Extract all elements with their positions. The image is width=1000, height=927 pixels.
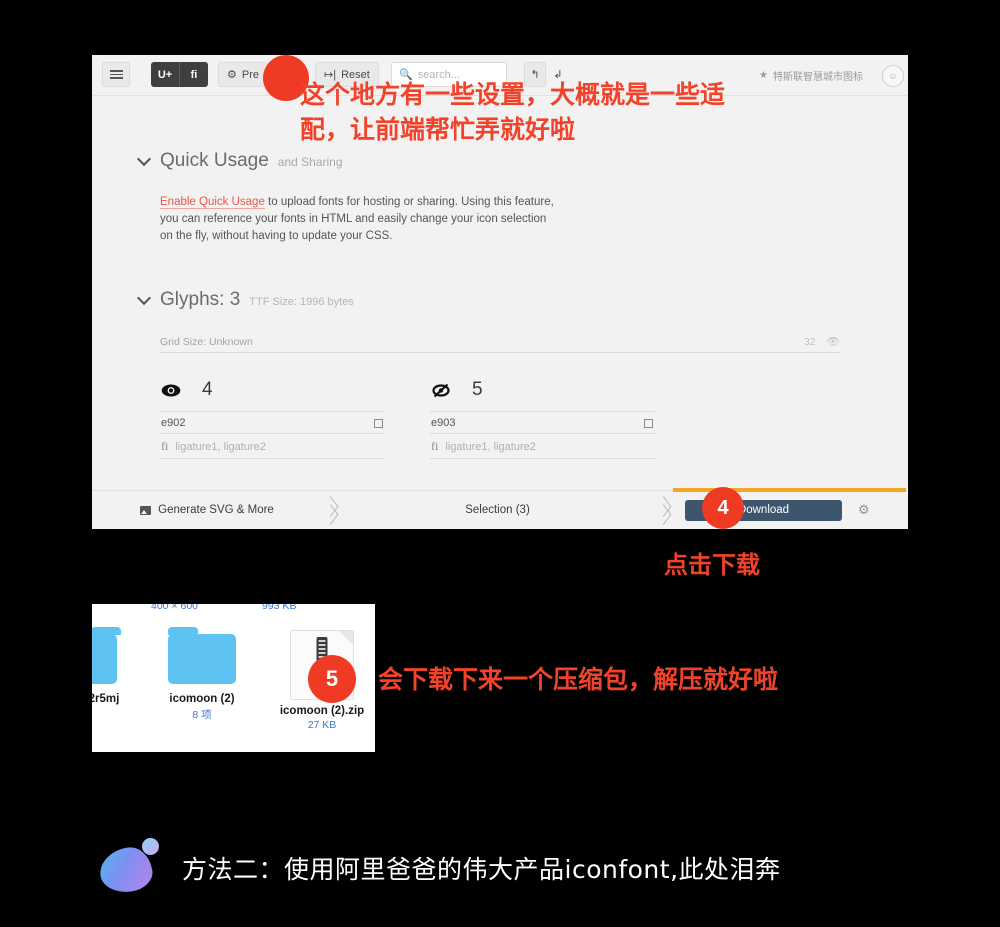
- ttf-size-label: TTF Size: 1996 bytes: [249, 296, 354, 308]
- generate-svg-label: Generate SVG & More: [158, 504, 274, 516]
- annotation-click-download: 点击下载: [664, 551, 760, 579]
- glyphs-section-header[interactable]: Glyphs: 3 TTF Size: 1996 bytes: [92, 289, 908, 311]
- glyph-ligature-value: ligature1, ligature2: [445, 440, 536, 453]
- annotation-settings-note: 这个地方有一些设置，大概就是一些适 配，让前端帮忙弄就好啦: [300, 77, 900, 147]
- annotation-zip-note: 会下载下来一个压缩包，解压就好啦: [378, 665, 779, 694]
- quick-usage-title: Quick Usage: [160, 150, 269, 171]
- breadcrumb-separator-icon: [655, 491, 673, 529]
- quick-usage-subtitle: and Sharing: [277, 155, 343, 169]
- folder-icon: [92, 627, 121, 684]
- footer-text: 方法二：使用阿里爸爸的伟大产品iconfont,此处泪奔: [182, 855, 781, 884]
- quick-usage-section-header[interactable]: Quick Usage and Sharing: [92, 150, 908, 172]
- file-meta: 27 KB: [307, 719, 337, 731]
- eye-icon: [160, 384, 182, 397]
- copy-square-icon[interactable]: [644, 418, 653, 428]
- file-name: icomoon (2): [169, 693, 235, 705]
- quick-usage-description: Enable Quick Usage to upload fonts for h…: [92, 194, 908, 245]
- glyph-ligature-value: ligature1, ligature2: [175, 440, 266, 453]
- glyph-code-value: e902: [161, 417, 186, 429]
- glyphs-title: Glyphs: 3: [160, 289, 241, 310]
- breadcrumb-separator-icon: [322, 491, 340, 529]
- glyph-code-row[interactable]: e903: [430, 412, 655, 434]
- step-marker-5-label: 5: [325, 666, 339, 691]
- ligature-fi-icon: fi: [431, 439, 439, 453]
- folder-icon: [168, 627, 236, 684]
- annotation-settings-line1: 这个地方有一些设置，大概就是一些适: [300, 80, 726, 109]
- file-name: 2r5mj: [92, 693, 120, 705]
- ligature-toggle-button[interactable]: fi: [180, 62, 208, 87]
- glyph-ligature-row[interactable]: fi ligature1, ligature2: [430, 434, 655, 459]
- chevron-down-icon[interactable]: [138, 153, 151, 166]
- quick-usage-desc-line1: to upload fonts for hosting or sharing. …: [264, 196, 554, 208]
- download-highlight-bar: [673, 488, 906, 492]
- image-icon: [140, 505, 152, 515]
- download-label: Download: [737, 504, 790, 516]
- selection-label: Selection (3): [465, 504, 530, 516]
- step-marker-5: 5: [308, 655, 356, 703]
- grid-size-unknown-value: 32: [803, 335, 816, 348]
- copy-square-icon[interactable]: [374, 418, 383, 428]
- gear-icon[interactable]: ⚙: [858, 502, 870, 518]
- chevron-down-icon[interactable]: [138, 292, 151, 305]
- gradient-blob-logo-icon: [97, 834, 166, 902]
- hamburger-menu-icon: [109, 70, 123, 79]
- step-marker-4-label: 4: [717, 496, 729, 519]
- preferences-label: Pre: [241, 68, 259, 81]
- hamburger-menu-button[interactable]: [102, 62, 130, 87]
- glyph-preview: 5: [430, 373, 655, 412]
- ligature-fi-icon: fi: [161, 439, 169, 453]
- glyph-card[interactable]: 5 e903 fi ligature1, ligature2: [430, 373, 655, 459]
- glyph-code-value: e903: [431, 417, 456, 429]
- blob-small-circle: [142, 838, 159, 855]
- glyph-code-row[interactable]: e902: [160, 412, 385, 434]
- eye-slash-icon: [430, 383, 452, 398]
- glyph-number: 5: [472, 379, 483, 400]
- view-mode-segmented-control[interactable]: U+ fi: [151, 62, 208, 87]
- glyph-list: 4 e902 fi ligature1, ligature2 5 e903 fi…: [92, 373, 908, 459]
- file-size-label: 993 KB: [262, 604, 297, 612]
- grid-size-unknown-bar: Grid Size: Unknown 32 👁: [160, 335, 840, 353]
- app-content: Quick Usage and Sharing Enable Quick Usa…: [92, 150, 908, 529]
- generate-svg-button[interactable]: Generate SVG & More: [92, 491, 322, 529]
- file-item[interactable]: 2r5mj: [92, 627, 134, 707]
- grid-size-unknown-label: Grid Size: Unknown: [160, 335, 253, 348]
- glyph-ligature-row[interactable]: fi ligature1, ligature2: [160, 434, 385, 459]
- footer-banner: 方法二：使用阿里爸爸的伟大产品iconfont,此处泪奔: [97, 828, 898, 908]
- file-meta: 8 项: [192, 709, 212, 721]
- file-name: icomoon (2).zip: [279, 705, 365, 717]
- file-item[interactable]: icomoon (2) 8 项: [146, 627, 258, 722]
- quick-usage-desc-line3: on the fly, without having to update you…: [160, 230, 393, 242]
- glyph-card[interactable]: 4 e902 fi ligature1, ligature2: [160, 373, 385, 459]
- enable-quick-usage-link[interactable]: Enable Quick Usage: [160, 196, 265, 209]
- preferences-button[interactable]: ⚙ Pre: [218, 62, 268, 87]
- selection-tab[interactable]: Selection (3): [340, 504, 655, 516]
- glyph-number: 4: [202, 379, 213, 400]
- file-explorer-top-meta: 400 × 600 993 KB: [92, 604, 375, 616]
- eye-icon[interactable]: 👁: [827, 335, 840, 348]
- gear-icon: ⚙: [227, 69, 237, 81]
- annotation-settings-line2: 配，让前端帮忙弄就好啦: [300, 115, 576, 144]
- glyph-preview: 4: [160, 373, 385, 412]
- step-marker-4: 4: [702, 487, 744, 529]
- unicode-toggle-button[interactable]: U+: [151, 62, 180, 87]
- app-bottom-bar: Generate SVG & More Selection (3) Downlo…: [92, 488, 908, 529]
- file-dimension-label: 400 × 600: [151, 604, 199, 612]
- quick-usage-desc-line2: you can reference your fonts in HTML and…: [160, 213, 547, 225]
